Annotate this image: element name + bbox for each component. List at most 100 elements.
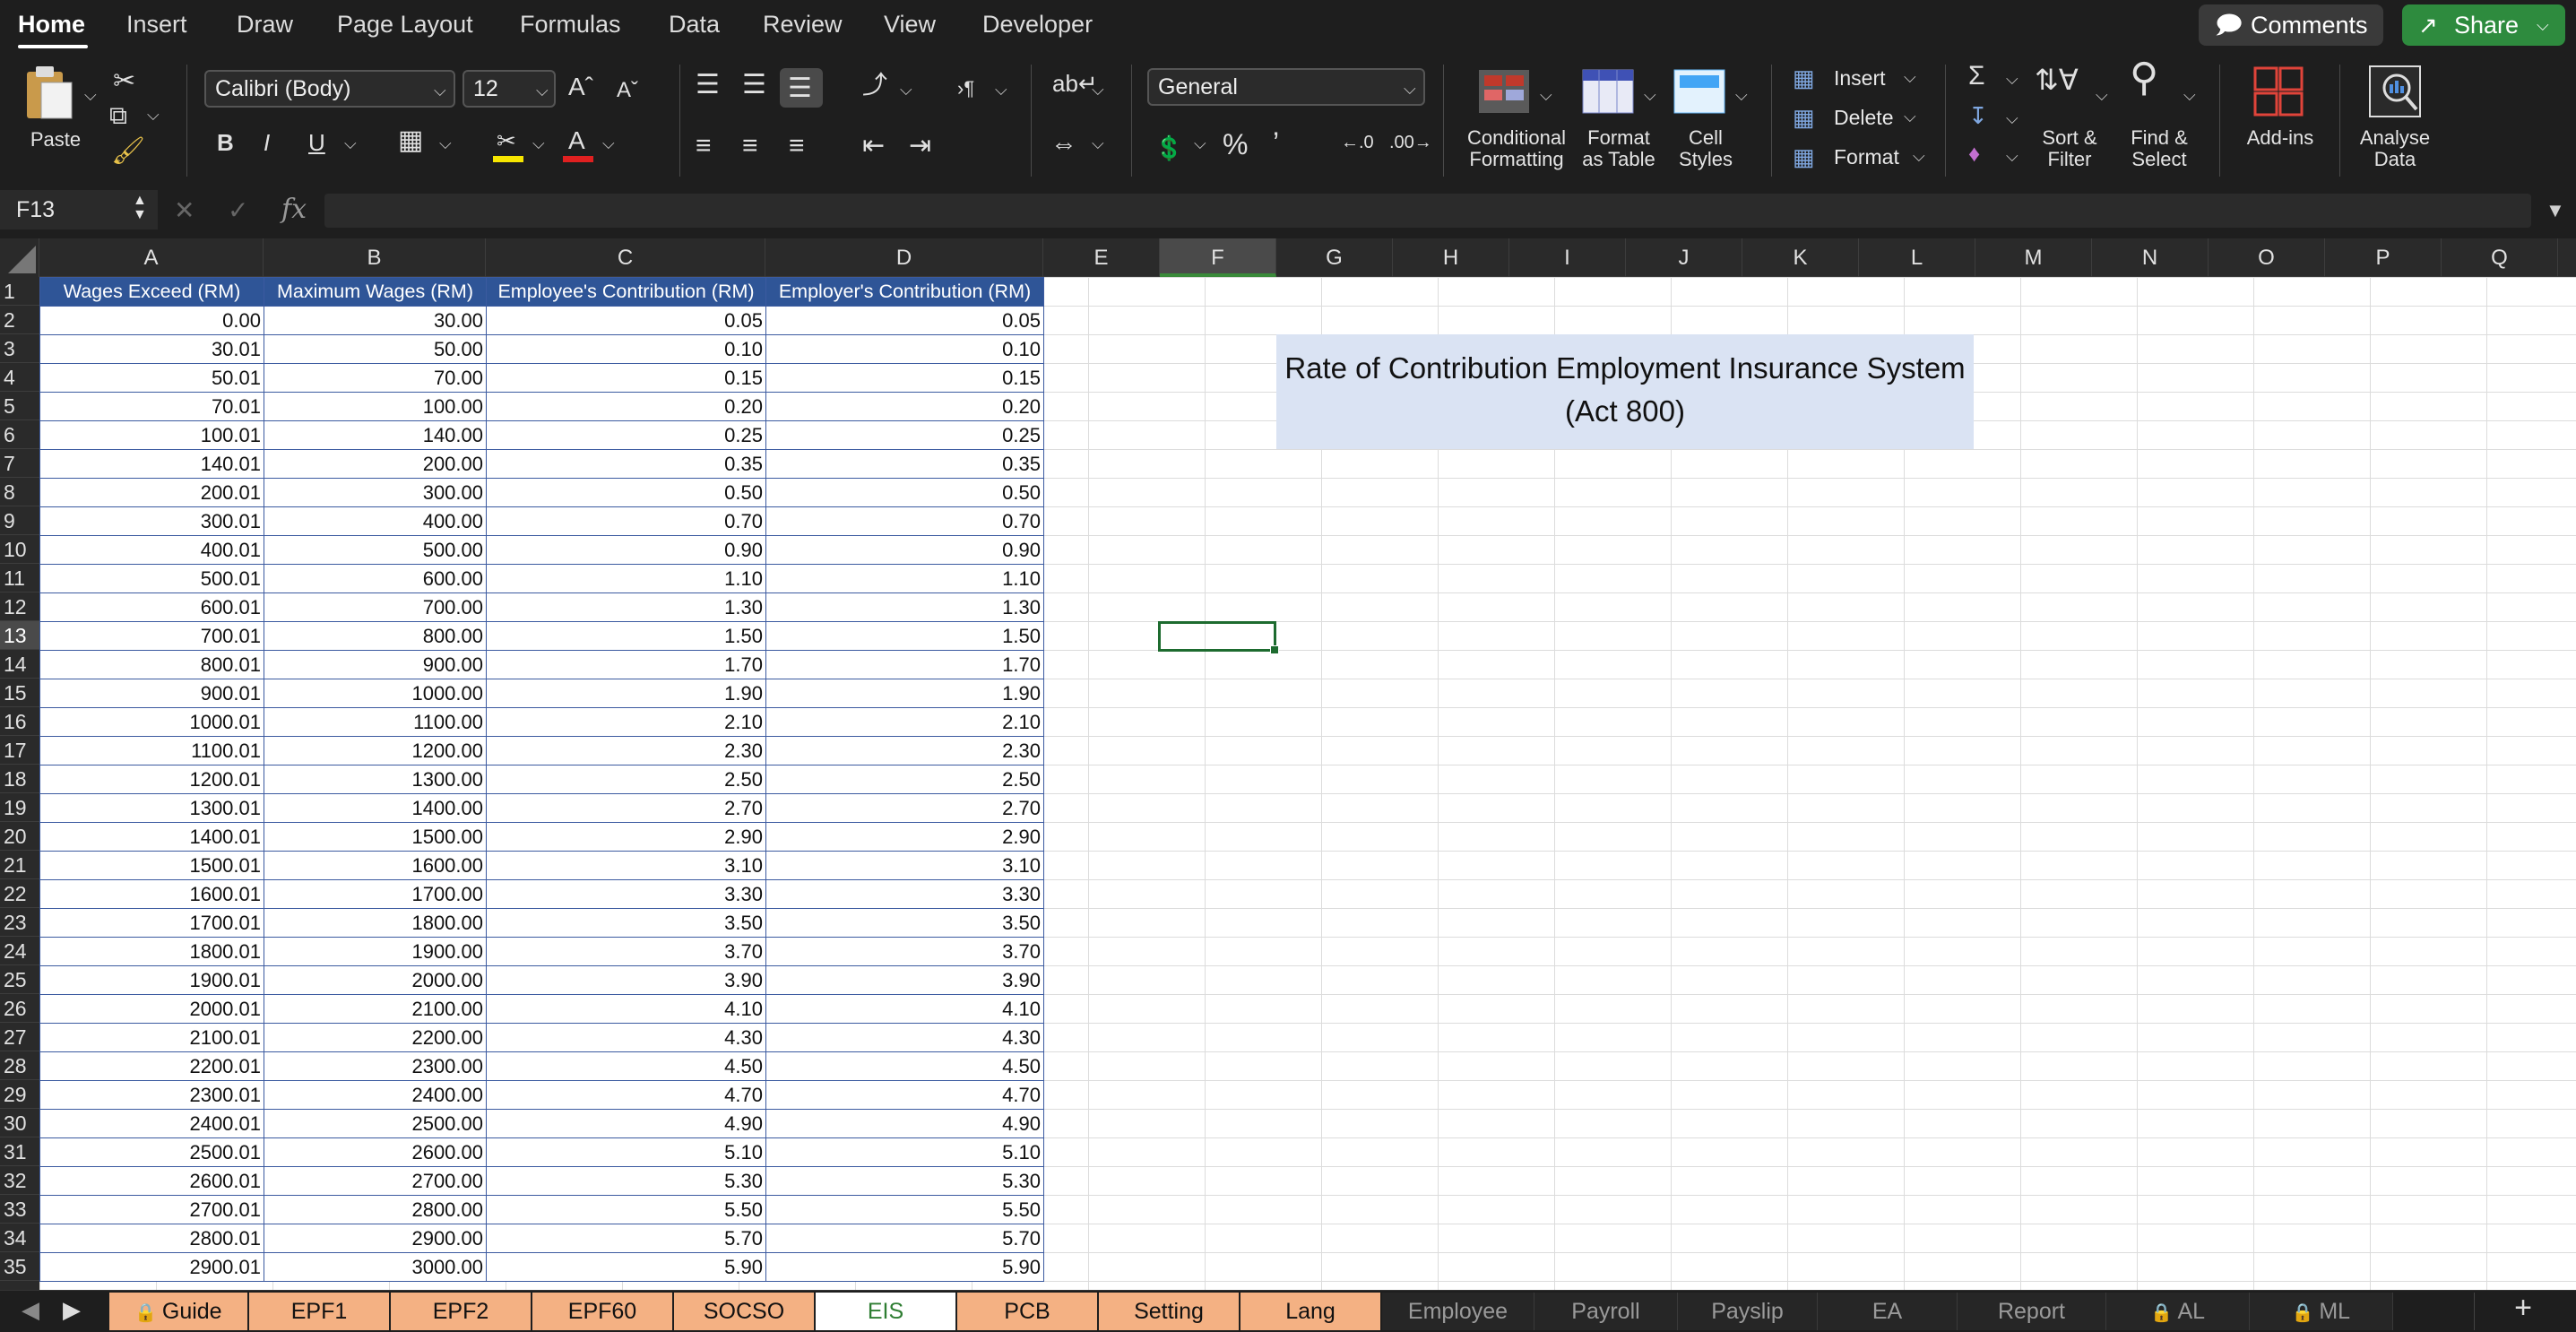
- sheet-tab-epf60[interactable]: EPF60: [532, 1293, 674, 1330]
- table-cell[interactable]: 2800.01: [39, 1224, 264, 1253]
- table-cell[interactable]: 2600.00: [264, 1137, 487, 1167]
- column-header-o[interactable]: O: [2209, 238, 2325, 277]
- sheet-tab-payroll[interactable]: Payroll: [1534, 1293, 1678, 1330]
- table-cell[interactable]: 1700.01: [39, 908, 264, 938]
- row-header[interactable]: 27: [0, 1023, 39, 1051]
- chevron-down-icon[interactable]: ⌵: [344, 134, 357, 153]
- insert-function-icon[interactable]: fx: [281, 194, 307, 225]
- row-header[interactable]: 12: [0, 592, 39, 621]
- worksheet-grid[interactable]: ABCDEFGHIJKLMNOPQ 1 2 3 4 5 6 7 8 9 10 11 12 13 14 15 1…: [0, 238, 2576, 1290]
- table-cell[interactable]: 2300.00: [264, 1051, 487, 1081]
- borders-icon[interactable]: ▦: [398, 127, 423, 154]
- expand-formula-icon[interactable]: ▼: [2546, 199, 2565, 222]
- underline-icon[interactable]: U: [308, 129, 325, 156]
- table-cell[interactable]: 30.01: [39, 334, 264, 364]
- table-cell[interactable]: 2600.01: [39, 1166, 264, 1196]
- table-cell[interactable]: 30.00: [264, 306, 487, 335]
- table-cell[interactable]: 2900.00: [264, 1224, 487, 1253]
- table-cell[interactable]: 900.00: [264, 650, 487, 679]
- table-cell[interactable]: 0.10: [486, 334, 766, 364]
- table-cell[interactable]: 3.50: [765, 908, 1044, 938]
- row-header[interactable]: 34: [0, 1224, 39, 1252]
- chevron-down-icon[interactable]: ⌵: [602, 134, 615, 153]
- table-cell[interactable]: 2.50: [765, 765, 1044, 794]
- table-cell[interactable]: 5.70: [765, 1224, 1044, 1253]
- menu-insert[interactable]: Insert: [126, 9, 187, 39]
- table-cell[interactable]: 0.00: [39, 306, 264, 335]
- table-cell[interactable]: 5.10: [486, 1137, 766, 1167]
- analyse-data-button[interactable]: [2366, 63, 2424, 120]
- table-cell[interactable]: 2500.01: [39, 1137, 264, 1167]
- table-cell[interactable]: 4.70: [765, 1080, 1044, 1110]
- table-cell[interactable]: 300.01: [39, 506, 264, 536]
- row-header[interactable]: 1: [0, 277, 39, 306]
- table-cell[interactable]: 2.50: [486, 765, 766, 794]
- table-cell[interactable]: 2200.00: [264, 1023, 487, 1052]
- table-cell[interactable]: 100.00: [264, 392, 487, 421]
- table-cell[interactable]: 200.00: [264, 449, 487, 479]
- enter-check-icon[interactable]: ✓: [228, 197, 248, 224]
- scroll-tabs-left-icon[interactable]: ◀: [22, 1296, 39, 1324]
- font-color-button[interactable]: A: [563, 127, 593, 163]
- table-cell[interactable]: 400.01: [39, 535, 264, 565]
- format-cells-button[interactable]: ▦ Format ⌵: [1793, 143, 1927, 176]
- scroll-tabs-right-icon[interactable]: ▶: [63, 1296, 81, 1324]
- table-cell[interactable]: 4.30: [765, 1023, 1044, 1052]
- table-cell[interactable]: 1.10: [765, 564, 1044, 593]
- table-cell[interactable]: 1.90: [486, 679, 766, 708]
- table-cell[interactable]: 800.00: [264, 621, 487, 651]
- menu-page-layout[interactable]: Page Layout: [337, 9, 473, 39]
- sheet-tab-al[interactable]: 🔒 AL: [2106, 1293, 2250, 1330]
- chevron-down-icon[interactable]: ⌵: [1194, 134, 1206, 153]
- conditional-formatting-button[interactable]: [1477, 68, 1533, 117]
- paste-button[interactable]: [23, 63, 77, 122]
- table-cell[interactable]: 2100.01: [39, 1023, 264, 1052]
- sheet-tab-guide[interactable]: 🔒 Guide: [109, 1293, 249, 1330]
- table-cell[interactable]: 3.90: [486, 965, 766, 995]
- menu-draw[interactable]: Draw: [237, 9, 293, 39]
- row-header[interactable]: 35: [0, 1252, 39, 1281]
- decrease-font-size-icon[interactable]: Aˇ: [617, 77, 638, 104]
- table-cell[interactable]: 1.30: [486, 592, 766, 622]
- table-cell[interactable]: 2900.01: [39, 1252, 264, 1282]
- active-cell-selection[interactable]: [1158, 621, 1279, 654]
- column-header-m[interactable]: M: [1975, 238, 2092, 277]
- table-cell[interactable]: 3.30: [765, 879, 1044, 909]
- row-header[interactable]: 28: [0, 1051, 39, 1080]
- autosum-icon[interactable]: Σ: [1968, 63, 1985, 90]
- table-cell[interactable]: 1800.00: [264, 908, 487, 938]
- row-header[interactable]: 17: [0, 736, 39, 765]
- table-cell[interactable]: 0.50: [765, 478, 1044, 507]
- table-cell[interactable]: 5.90: [486, 1252, 766, 1282]
- table-cell[interactable]: 600.01: [39, 592, 264, 622]
- table-cell[interactable]: 0.25: [765, 420, 1044, 450]
- insert-cells-button[interactable]: ▦ Insert ⌵: [1793, 65, 1918, 97]
- decrease-decimal-icon[interactable]: .00→: [1389, 129, 1432, 156]
- row-header[interactable]: 22: [0, 879, 39, 908]
- table-cell[interactable]: 0.15: [765, 363, 1044, 393]
- menu-developer[interactable]: Developer: [982, 9, 1093, 39]
- table-cell[interactable]: 1300.00: [264, 765, 487, 794]
- row-header[interactable]: 2: [0, 306, 39, 334]
- sheet-tab-socso[interactable]: SOCSO: [674, 1293, 816, 1330]
- align-center-icon[interactable]: ≡: [742, 133, 758, 160]
- table-cell[interactable]: 2.30: [486, 736, 766, 765]
- table-cell[interactable]: 2400.00: [264, 1080, 487, 1110]
- table-header-cell[interactable]: Maximum Wages (RM): [264, 277, 487, 307]
- row-header[interactable]: 6: [0, 420, 39, 449]
- chevron-down-icon[interactable]: ⌵: [532, 134, 545, 153]
- table-cell[interactable]: 2700.01: [39, 1195, 264, 1224]
- increase-font-size-icon[interactable]: Aˆ: [568, 74, 593, 100]
- row-header[interactable]: 33: [0, 1195, 39, 1224]
- row-header[interactable]: 7: [0, 449, 39, 478]
- column-header-d[interactable]: D: [765, 238, 1043, 277]
- column-header-p[interactable]: P: [2325, 238, 2442, 277]
- row-header[interactable]: 9: [0, 506, 39, 535]
- column-header-j[interactable]: J: [1626, 238, 1742, 277]
- table-cell[interactable]: 0.50: [486, 478, 766, 507]
- row-header[interactable]: 31: [0, 1137, 39, 1166]
- table-cell[interactable]: 200.01: [39, 478, 264, 507]
- table-cell[interactable]: 1.50: [486, 621, 766, 651]
- font-name-select[interactable]: Calibri (Body) ⌵: [204, 70, 455, 108]
- table-cell[interactable]: 2700.00: [264, 1166, 487, 1196]
